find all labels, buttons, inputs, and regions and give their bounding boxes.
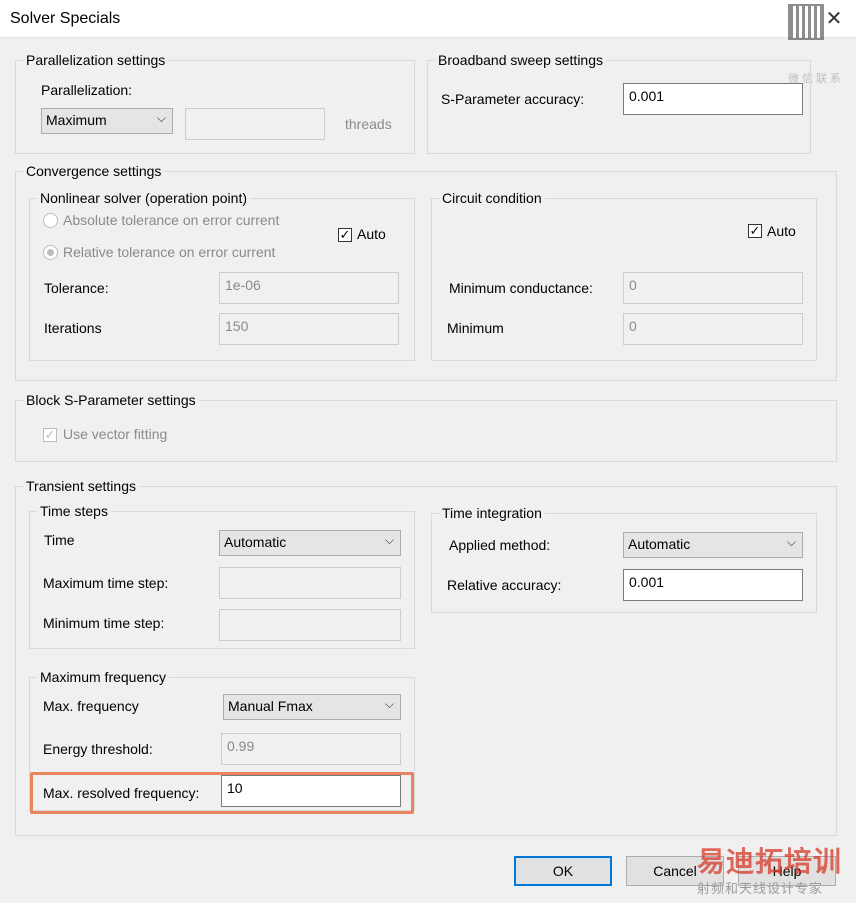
applied-method-label: Applied method:: [449, 537, 551, 553]
time-steps-legend: Time steps: [40, 503, 108, 519]
min-conductance-input[interactable]: 0: [623, 272, 803, 304]
max-time-step-input[interactable]: [219, 567, 401, 599]
transient-legend: Transient settings: [26, 478, 136, 494]
fmax-label: Max. frequency: [43, 698, 139, 714]
chevron-down-icon: ⌵: [156, 111, 166, 125]
threads-label: threads: [345, 116, 392, 132]
nonlinear-auto-checkbox[interactable]: ✓: [338, 228, 352, 242]
fmax-select[interactable]: Manual Fmax ⌵: [223, 694, 401, 720]
window-title: Solver Specials: [10, 10, 121, 27]
iterations-input[interactable]: 150: [219, 313, 399, 345]
watermark-slogan: 射频和天线设计专家: [697, 881, 824, 896]
vector-fitting-checkbox[interactable]: ✓: [43, 428, 57, 442]
tolerance-label: Tolerance:: [44, 280, 109, 296]
max-resolved-frequency-input[interactable]: 10: [221, 775, 401, 807]
minimum-label: Minimum: [447, 320, 504, 336]
sparam-accuracy-input[interactable]: 0.001: [623, 83, 803, 115]
fmax-selected: Manual Fmax: [228, 698, 313, 714]
parallelization-legend: Parallelization settings: [26, 52, 166, 68]
close-icon[interactable]: ✕: [820, 6, 848, 32]
circuit-condition-legend: Circuit condition: [442, 190, 542, 206]
nonlinear-auto-label: Auto: [357, 226, 386, 242]
time-integration-legend: Time integration: [442, 505, 542, 521]
relative-accuracy-label: Relative accuracy:: [447, 577, 562, 593]
applied-method-selected: Automatic: [628, 536, 691, 552]
chevron-down-icon: ⌵: [384, 697, 394, 711]
broadband-legend: Broadband sweep settings: [438, 52, 603, 68]
radio-absolute-label: Absolute tolerance on error current: [63, 212, 280, 228]
energy-threshold-label: Energy threshold:: [43, 741, 153, 757]
nonlinear-solver-legend: Nonlinear solver (operation point): [40, 190, 247, 206]
applied-method-select[interactable]: Automatic ⌵: [623, 532, 803, 558]
title-bar: Solver Specials ✕: [0, 0, 856, 40]
chevron-down-icon: ⌵: [786, 535, 796, 549]
sparam-accuracy-label: S-Parameter accuracy:: [441, 91, 585, 107]
qr-code-icon: [788, 4, 824, 40]
relative-accuracy-input[interactable]: 0.001: [623, 569, 803, 601]
tolerance-input[interactable]: 1e-06: [219, 272, 399, 304]
time-label: Time: [44, 532, 75, 548]
max-time-step-label: Maximum time step:: [43, 575, 169, 591]
parallelization-select[interactable]: Maximum ⌵: [41, 108, 173, 134]
radio-relative-tolerance[interactable]: [43, 245, 58, 260]
radio-relative-label: Relative tolerance on error current: [63, 244, 276, 260]
time-select[interactable]: Automatic ⌵: [219, 530, 401, 556]
chevron-down-icon: ⌵: [384, 533, 394, 547]
max-resolved-frequency-label: Max. resolved frequency:: [43, 785, 200, 801]
time-selected: Automatic: [224, 534, 287, 550]
watermark-brand: 易迪拓培训: [697, 846, 843, 877]
block-sparam-legend: Block S-Parameter settings: [26, 392, 196, 408]
threads-input[interactable]: [185, 108, 325, 140]
circuit-auto-checkbox[interactable]: ✓: [748, 224, 762, 238]
min-time-step-label: Minimum time step:: [43, 615, 165, 631]
min-conductance-label: Minimum conductance:: [449, 280, 593, 296]
min-time-step-input[interactable]: [219, 609, 401, 641]
vector-fitting-label: Use vector fitting: [63, 426, 168, 442]
iterations-label: Iterations: [44, 320, 102, 336]
energy-threshold-input[interactable]: 0.99: [221, 733, 401, 765]
ok-button[interactable]: OK: [514, 856, 612, 886]
circuit-auto-label: Auto: [767, 223, 796, 239]
convergence-legend: Convergence settings: [26, 163, 162, 179]
parallelization-label: Parallelization:: [41, 82, 133, 98]
parallelization-selected: Maximum: [46, 112, 107, 128]
max-frequency-legend: Maximum frequency: [40, 669, 167, 685]
minimum-input[interactable]: 0: [623, 313, 803, 345]
radio-absolute-tolerance[interactable]: [43, 213, 58, 228]
